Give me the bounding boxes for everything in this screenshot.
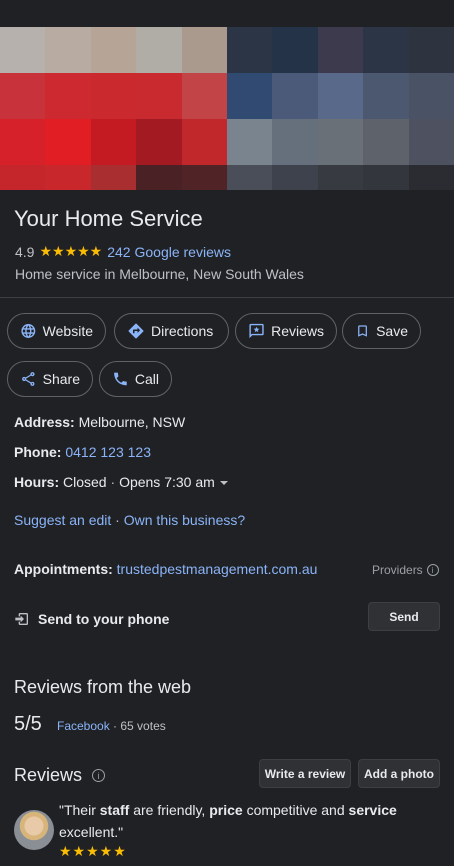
web-review-source: Facebook · 65 votes bbox=[57, 719, 166, 733]
web-reviews-title: Reviews from the web bbox=[14, 677, 192, 697]
suggest-edit-link[interactable]: Suggest an edit bbox=[14, 512, 111, 528]
info-icon[interactable]: i bbox=[92, 769, 106, 782]
phone-icon bbox=[114, 372, 127, 386]
call-button[interactable]: Call bbox=[99, 361, 172, 397]
review-keyword: service bbox=[348, 802, 397, 818]
address-row: Address: Melbourne, NSW bbox=[14, 414, 185, 430]
providers-info[interactable]: Providers i bbox=[372, 563, 439, 577]
share-button[interactable]: Share bbox=[7, 361, 93, 397]
reviewer-avatar[interactable] bbox=[14, 810, 54, 850]
edit-links-row: Suggest an edit · Own this business? bbox=[14, 512, 245, 528]
place-category: Home service in Melbourne, New South Wal… bbox=[15, 266, 304, 282]
review-text-part: excellent." bbox=[59, 824, 124, 840]
hours-label: Hours: bbox=[14, 474, 60, 490]
address-label: Address: bbox=[14, 414, 75, 430]
appointments-row: Appointments: trustedpestmanagement.com.… bbox=[14, 561, 317, 577]
votes-count: · 65 votes bbox=[113, 719, 166, 733]
top-bar bbox=[0, 0, 454, 27]
call-label: Call bbox=[134, 371, 159, 387]
reviews-header: Reviews i bbox=[14, 765, 106, 786]
website-button[interactable]: Website bbox=[7, 313, 106, 349]
review-stars: ★★★★★ bbox=[59, 843, 127, 859]
save-button[interactable]: Save bbox=[342, 313, 421, 349]
phone-link[interactable]: 0412 123 123 bbox=[65, 444, 151, 460]
place-title: Your Home Service bbox=[14, 206, 203, 231]
globe-icon bbox=[21, 324, 36, 338]
add-photo-button[interactable]: Add a photo bbox=[358, 759, 440, 788]
hours-opens: Opens 7:30 am bbox=[119, 474, 215, 490]
website-label: Website bbox=[42, 323, 93, 339]
directions-button[interactable]: Directions bbox=[114, 313, 229, 349]
share-label: Share bbox=[42, 371, 80, 387]
review-keyword: price bbox=[209, 802, 243, 818]
reviews-label: Reviews bbox=[271, 323, 324, 339]
review-snippet: "Their staff are friendly, price competi… bbox=[59, 799, 439, 843]
save-label: Save bbox=[376, 323, 408, 339]
hours-row[interactable]: Hours: Closed · Opens 7:30 am bbox=[14, 474, 229, 490]
reviews-button[interactable]: Reviews bbox=[235, 313, 337, 349]
send-button[interactable]: Send bbox=[368, 602, 440, 631]
divider bbox=[0, 297, 454, 298]
appointments-label: Appointments: bbox=[14, 561, 113, 577]
web-review-score: 5/5 bbox=[14, 713, 42, 735]
rating-row: 4.9 ★★★★★ 242 Google reviews bbox=[15, 243, 231, 260]
directions-label: Directions bbox=[151, 323, 214, 339]
facebook-link[interactable]: Facebook bbox=[57, 719, 110, 733]
phone-label: Phone: bbox=[14, 444, 62, 460]
review-text-part: competitive and bbox=[242, 802, 349, 818]
directions-icon bbox=[128, 323, 144, 339]
write-review-button[interactable]: Write a review bbox=[259, 759, 351, 788]
bookmark-icon bbox=[358, 325, 367, 337]
address-value: Melbourne, NSW bbox=[78, 414, 186, 430]
rating-value: 4.9 bbox=[15, 243, 35, 260]
send-to-device-icon bbox=[15, 613, 28, 625]
share-icon bbox=[22, 372, 35, 386]
review-text-part: are friendly, bbox=[129, 802, 210, 818]
google-reviews-link[interactable]: 242 Google reviews bbox=[107, 244, 231, 260]
own-business-link[interactable]: Own this business? bbox=[124, 512, 245, 528]
hours-separator: · bbox=[106, 474, 120, 490]
review-icon bbox=[249, 323, 264, 339]
place-photo[interactable] bbox=[0, 27, 454, 190]
link-separator: · bbox=[111, 512, 124, 528]
hours-status: Closed bbox=[63, 474, 107, 490]
send-to-phone-label: Send to your phone bbox=[38, 611, 170, 627]
review-keyword: staff bbox=[99, 802, 130, 818]
phone-row: Phone: 0412 123 123 bbox=[14, 444, 151, 460]
reviews-title: Reviews bbox=[14, 765, 83, 785]
providers-label: Providers bbox=[372, 563, 423, 577]
rating-stars: ★★★★★ bbox=[39, 243, 103, 259]
caret-down-icon[interactable] bbox=[219, 478, 229, 488]
info-icon: i bbox=[426, 564, 439, 576]
appointments-link[interactable]: trustedpestmanagement.com.au bbox=[117, 561, 318, 577]
review-text-part: "Their bbox=[59, 802, 100, 818]
send-to-phone-row: Send to your phone bbox=[14, 611, 169, 627]
